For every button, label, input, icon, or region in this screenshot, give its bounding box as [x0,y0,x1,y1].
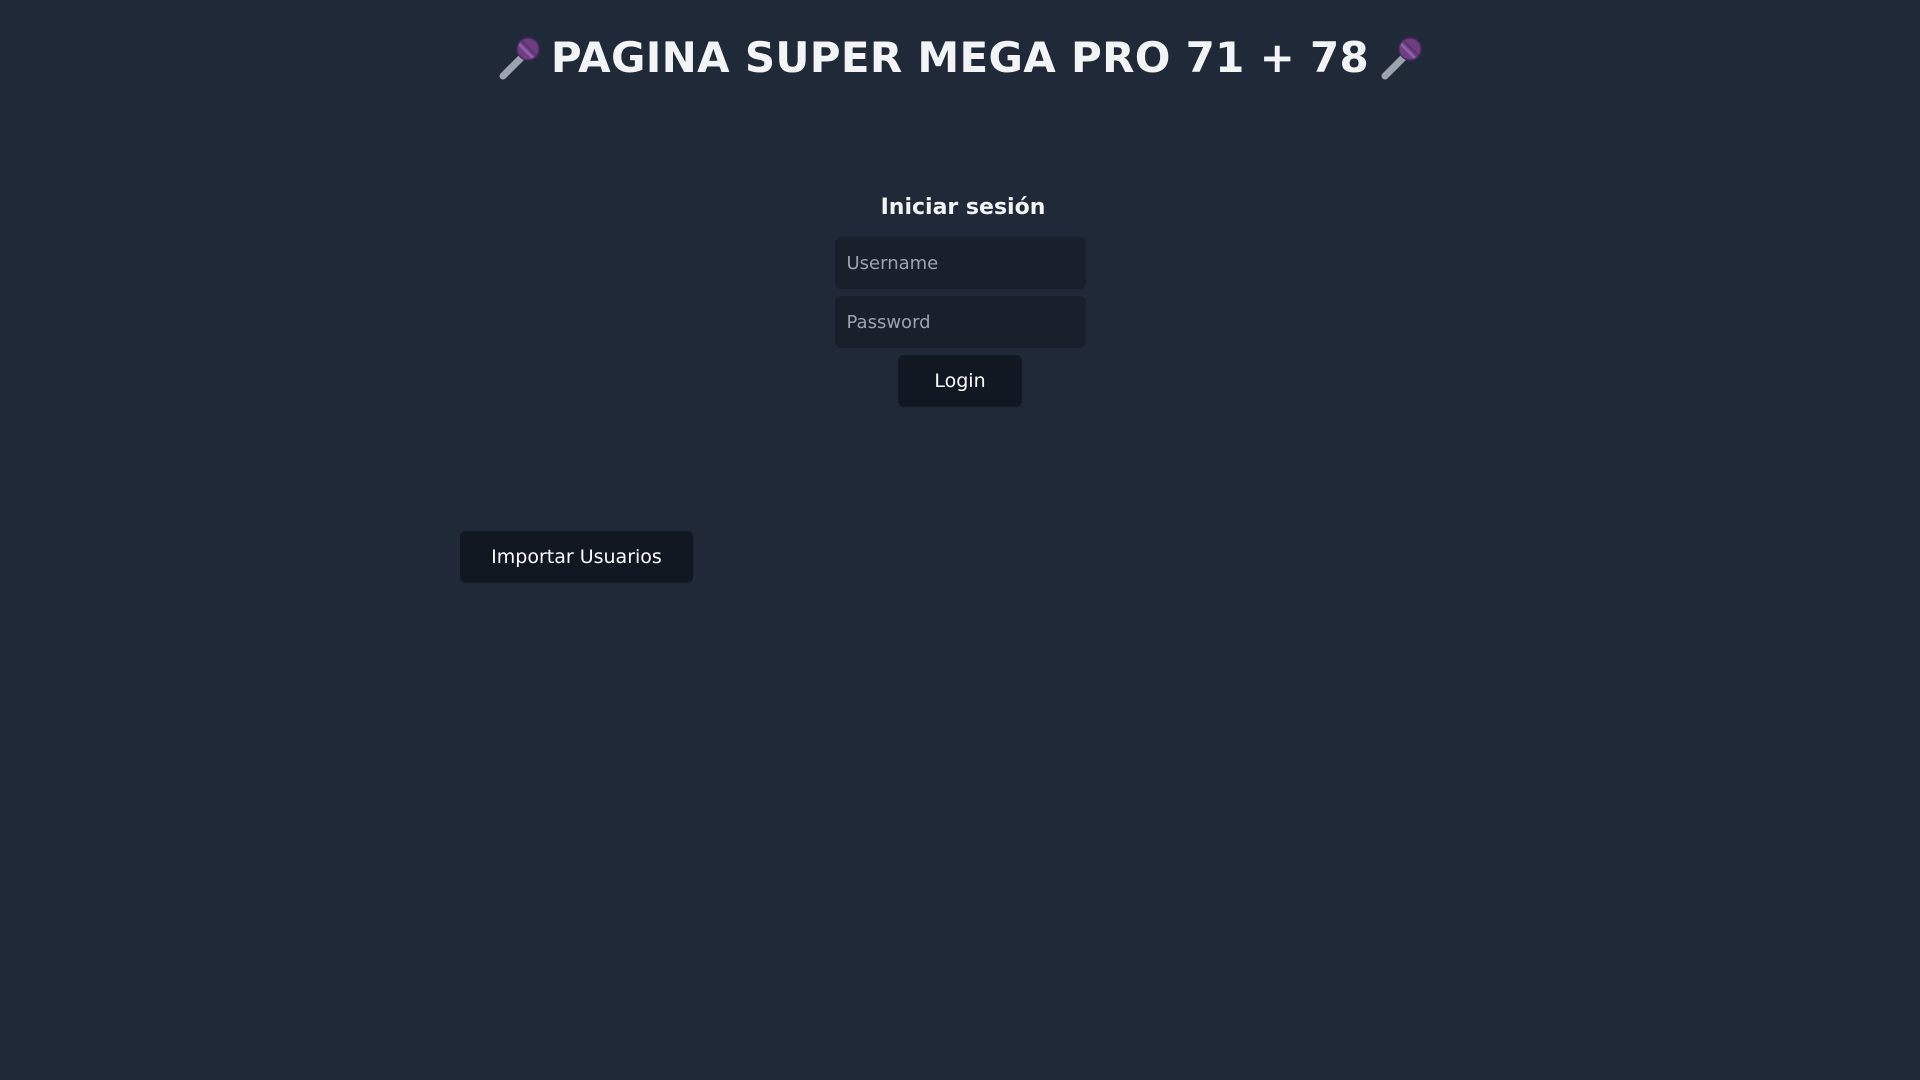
login-form: Iniciar sesión Login [0,195,1920,407]
import-users-button[interactable]: Importar Usuarios [460,531,693,583]
microphone-icon [1377,34,1425,82]
login-heading: Iniciar sesión [880,195,1046,220]
password-input[interactable] [834,296,1086,348]
microphone-icon [495,34,543,82]
page-title: PAGINA SUPER MEGA PRO 71 + 78 [550,33,1370,82]
login-button[interactable]: Login [898,355,1022,407]
title-row: PAGINA SUPER MEGA PRO 71 + 78 [0,33,1920,82]
username-input[interactable] [834,237,1086,289]
page: PAGINA SUPER MEGA PRO 71 + 78 Iniciar se… [0,0,1920,1080]
